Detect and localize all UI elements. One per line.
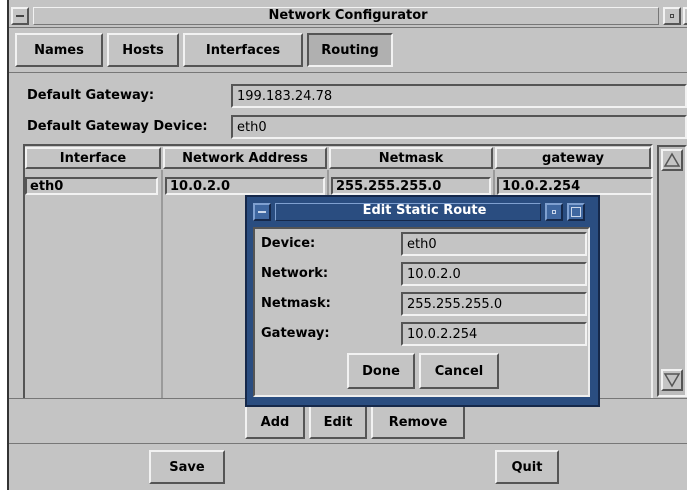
netmask-input[interactable]: 255.255.255.0: [401, 292, 587, 316]
network-label: Network:: [261, 266, 329, 281]
default-gateway-device-label: Default Gateway Device:: [27, 119, 208, 134]
scroll-down-arrow-icon[interactable]: [661, 369, 683, 391]
netmask-label: Netmask:: [261, 296, 331, 311]
save-button[interactable]: Save: [149, 450, 225, 484]
edit-static-route-dialog: Edit Static Route Device: eth0 Network: …: [245, 195, 600, 407]
table-cell-netmask[interactable]: 255.255.255.0: [331, 177, 491, 195]
table-cell-network[interactable]: 10.0.2.0: [165, 177, 325, 195]
done-button[interactable]: Done: [347, 353, 415, 389]
tab-bar: Names Hosts Interfaces Routing: [9, 29, 687, 73]
tab-names[interactable]: Names: [15, 33, 103, 67]
dialog-maximize-icon[interactable]: [567, 203, 585, 221]
title-bar[interactable]: Network Configurator: [9, 4, 687, 28]
add-button[interactable]: Add: [245, 405, 305, 439]
cancel-button[interactable]: Cancel: [419, 353, 499, 389]
remove-button[interactable]: Remove: [371, 405, 465, 439]
device-input[interactable]: eth0: [401, 232, 587, 256]
column-header-network-address[interactable]: Network Address: [163, 147, 327, 169]
tab-interfaces[interactable]: Interfaces: [183, 33, 303, 67]
scroll-up-arrow-icon[interactable]: [661, 149, 683, 171]
dialog-body: Device: eth0 Network: 10.0.2.0 Netmask: …: [253, 227, 590, 397]
maximize-icon[interactable]: [683, 7, 687, 25]
default-gateway-device-input[interactable]: eth0: [231, 115, 687, 139]
column-header-gateway[interactable]: gateway: [495, 147, 651, 169]
default-gateway-label: Default Gateway:: [27, 88, 155, 103]
quit-button[interactable]: Quit: [495, 450, 559, 484]
edit-button[interactable]: Edit: [309, 405, 367, 439]
footer-bar: Save Quit: [9, 446, 687, 490]
column-header-interface[interactable]: Interface: [25, 147, 161, 169]
table-cell-gateway[interactable]: 10.0.2.254: [497, 177, 653, 195]
column-header-netmask[interactable]: Netmask: [329, 147, 493, 169]
window-title: Network Configurator: [268, 8, 428, 23]
default-gateway-input[interactable]: 199.183.24.78: [231, 84, 687, 108]
minimize-icon[interactable]: [663, 7, 681, 25]
table-scrollbar[interactable]: [657, 145, 687, 397]
network-input[interactable]: 10.0.2.0: [401, 262, 587, 286]
dialog-minimize-icon[interactable]: [545, 203, 563, 221]
tab-hosts[interactable]: Hosts: [107, 33, 179, 67]
gateway-label: Gateway:: [261, 326, 330, 341]
gateway-input[interactable]: 10.0.2.254: [401, 322, 587, 346]
table-cell-interface[interactable]: eth0: [25, 177, 158, 195]
tab-routing[interactable]: Routing: [307, 33, 393, 67]
device-label: Device:: [261, 236, 316, 251]
column-divider: [161, 170, 163, 398]
